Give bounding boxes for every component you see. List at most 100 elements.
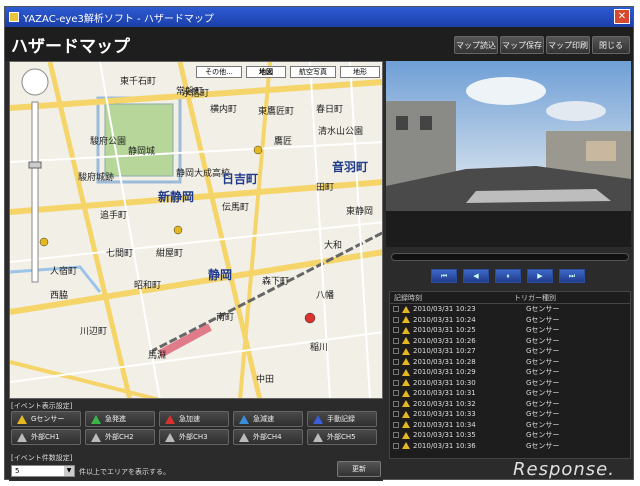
record-time: 2010/03/31 10:29 [413, 368, 476, 377]
list-item[interactable]: 2010/03/31 10:23 Gセンサー [390, 304, 630, 315]
event-filter-button[interactable]: 外部CH3 [159, 429, 229, 445]
trigger-type: Gセンサー [526, 420, 560, 429]
list-item[interactable]: 2010/03/31 10:24 Gセンサー [390, 315, 630, 326]
trigger-type: Gセンサー [526, 389, 560, 398]
record-time: 2010/03/31 10:26 [413, 336, 476, 345]
row-checkbox[interactable] [393, 442, 399, 449]
map-label: 中田 [256, 375, 275, 385]
list-item[interactable]: 2010/03/31 10:28 Gセンサー [390, 357, 630, 368]
load-map-button[interactable]: マップ読込 [454, 36, 498, 54]
map-tab-terrain[interactable]: 地形 [340, 66, 380, 78]
triangle-icon [91, 432, 101, 442]
event-list: 記録時刻 トリガー種別 2010/03/31 10:23 Gセンサー 2010/03… [389, 291, 631, 459]
event-filter-button[interactable]: Gセンサー [11, 411, 81, 427]
event-filter-button[interactable]: 外部CH1 [11, 429, 81, 445]
event-filter-label: 外部CH2 [105, 433, 134, 441]
step-back-button[interactable]: ◀ [463, 269, 489, 283]
list-item[interactable]: 2010/03/31 10:30 Gセンサー [390, 378, 630, 389]
event-filter-label: 急減速 [253, 415, 274, 423]
event-count-note: 件以上でエリアを表示する。 [79, 468, 170, 476]
row-checkbox[interactable] [393, 432, 399, 439]
map-label: 昭和町 [134, 281, 162, 291]
row-checkbox[interactable] [393, 379, 399, 386]
update-button[interactable]: 更新 [337, 461, 381, 477]
list-item[interactable]: 2010/03/31 10:25 Gセンサー [390, 325, 630, 336]
save-map-button[interactable]: マップ保存 [500, 36, 544, 54]
video-scrubber[interactable] [391, 253, 629, 261]
map-tab-map[interactable]: 地図 [246, 66, 286, 78]
map-label: 八幡 [316, 291, 335, 301]
list-item[interactable]: 2010/03/31 10:29 Gセンサー [390, 367, 630, 378]
list-item[interactable]: 2010/03/31 10:32 Gセンサー [390, 399, 630, 410]
record-time: 2010/03/31 10:28 [413, 357, 476, 366]
list-item[interactable]: 2010/03/31 10:33 Gセンサー [390, 409, 630, 420]
event-filter-button[interactable]: 急加速 [159, 411, 229, 427]
triangle-icon [313, 414, 323, 424]
row-checkbox[interactable] [393, 327, 399, 334]
row-checkbox[interactable] [393, 348, 399, 355]
app-icon [9, 12, 19, 22]
print-map-button[interactable]: マップ印刷 [546, 36, 590, 54]
event-filter-button[interactable]: 急発進 [85, 411, 155, 427]
map-label-station: 新静岡 [158, 190, 195, 204]
list-item[interactable]: 2010/03/31 10:27 Gセンサー [390, 346, 630, 357]
row-checkbox[interactable] [393, 390, 399, 397]
row-checkbox[interactable] [393, 358, 399, 365]
triangle-icon [17, 432, 27, 442]
column-header-trigger[interactable]: トリガー種別 [514, 293, 556, 303]
record-time: 2010/03/31 10:23 [413, 305, 476, 314]
event-filter-button[interactable]: 急減速 [233, 411, 303, 427]
hazard-map[interactable]: その他... 地図 航空写真 地形 東千石町 水落町 横内町 東鷹匠町 春日町 … [9, 61, 383, 399]
skip-back-button[interactable]: ⏮ [431, 269, 457, 283]
trigger-type: Gセンサー [526, 326, 560, 335]
play-button[interactable]: ▶ [527, 269, 553, 283]
close-button[interactable]: 閉じる [592, 36, 630, 54]
map-label: 森下町 [262, 277, 290, 287]
window-close-button[interactable]: ✕ [614, 9, 630, 24]
row-checkbox[interactable] [393, 306, 399, 313]
row-checkbox[interactable] [393, 369, 399, 376]
title-bar: YAZAC-eye3解析ソフト - ハザードマップ ✕ [5, 7, 633, 27]
page-title: ハザードマップ [11, 37, 130, 57]
event-filter-button[interactable]: 外部CH5 [307, 429, 377, 445]
row-checkbox[interactable] [393, 400, 399, 407]
trigger-type: Gセンサー [526, 441, 560, 450]
row-checkbox[interactable] [393, 337, 399, 344]
list-item[interactable]: 2010/03/31 10:35 Gセンサー [390, 430, 630, 441]
map-label-station: 静岡 [208, 268, 233, 282]
warning-icon [402, 316, 410, 324]
row-checkbox[interactable] [393, 316, 399, 323]
app-window: YAZAC-eye3解析ソフト - ハザードマップ ✕ ハザードマップ マップ読… [4, 6, 634, 481]
trigger-type: Gセンサー [526, 431, 560, 440]
map-label: 稲川 [310, 343, 329, 353]
trigger-type: Gセンサー [526, 410, 560, 419]
map-label: 駿府公園 [90, 137, 127, 147]
event-count-select[interactable]: 5 ▼ [11, 465, 75, 477]
map-label: 常磐町 [176, 87, 204, 97]
skip-forward-button[interactable]: ⏭ [559, 269, 585, 283]
warning-icon [402, 368, 410, 376]
list-item[interactable]: 2010/03/31 10:31 Gセンサー [390, 388, 630, 399]
warning-icon [402, 379, 410, 387]
row-checkbox[interactable] [393, 411, 399, 418]
map-label: 東静岡 [346, 207, 374, 217]
chevron-down-icon[interactable]: ▼ [64, 466, 74, 476]
trigger-type: Gセンサー [526, 336, 560, 345]
list-item[interactable]: 2010/03/31 10:26 Gセンサー [390, 336, 630, 347]
event-count-value: 5 [15, 467, 20, 475]
map-tab-other[interactable]: その他... [196, 66, 242, 78]
event-filter-button[interactable]: 外部CH4 [233, 429, 303, 445]
map-label: 追手町 [100, 211, 128, 221]
map-tab-aerial[interactable]: 航空写真 [290, 66, 336, 78]
record-time: 2010/03/31 10:25 [413, 326, 476, 335]
map-label: 大和 [324, 241, 343, 251]
list-item[interactable]: 2010/03/31 10:36 Gセンサー [390, 441, 630, 452]
record-time: 2010/03/31 10:31 [413, 389, 476, 398]
row-checkbox[interactable] [393, 421, 399, 428]
event-filter-button[interactable]: 外部CH2 [85, 429, 155, 445]
list-item[interactable]: 2010/03/31 10:34 Gセンサー [390, 420, 630, 431]
event-filter-button[interactable]: 手動記録 [307, 411, 377, 427]
pause-button[interactable]: ⏸ [495, 269, 521, 283]
map-label: 紺屋町 [156, 249, 184, 259]
column-header-time[interactable]: 記録時刻 [394, 293, 514, 303]
